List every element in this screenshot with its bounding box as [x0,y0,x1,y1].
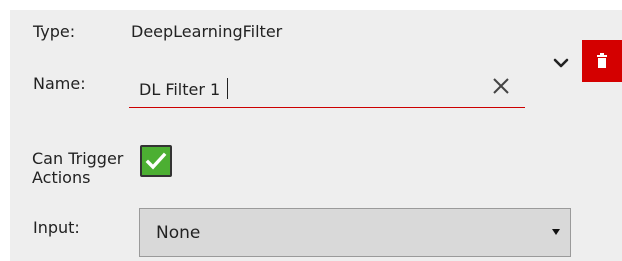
type-value: DeepLearningFilter [131,22,283,41]
chevron-down-icon[interactable] [552,54,570,72]
name-input[interactable] [139,78,469,100]
delete-filter-button[interactable] [582,40,622,82]
close-icon[interactable] [490,75,512,97]
caret-down-icon [552,229,560,235]
input-select[interactable]: None [139,208,571,257]
trash-icon [597,53,607,68]
name-field[interactable] [129,66,525,108]
input-label: Input: [33,218,80,237]
type-label: Type: [33,22,76,41]
can-trigger-actions-checkbox[interactable] [140,145,172,177]
checkmark-icon [145,152,167,170]
text-cursor [227,78,228,99]
input-select-value: None [156,223,201,243]
can-trigger-label-line2: Actions [32,168,91,187]
can-trigger-label-line1: Can Trigger [32,149,124,168]
name-label: Name: [33,74,86,93]
